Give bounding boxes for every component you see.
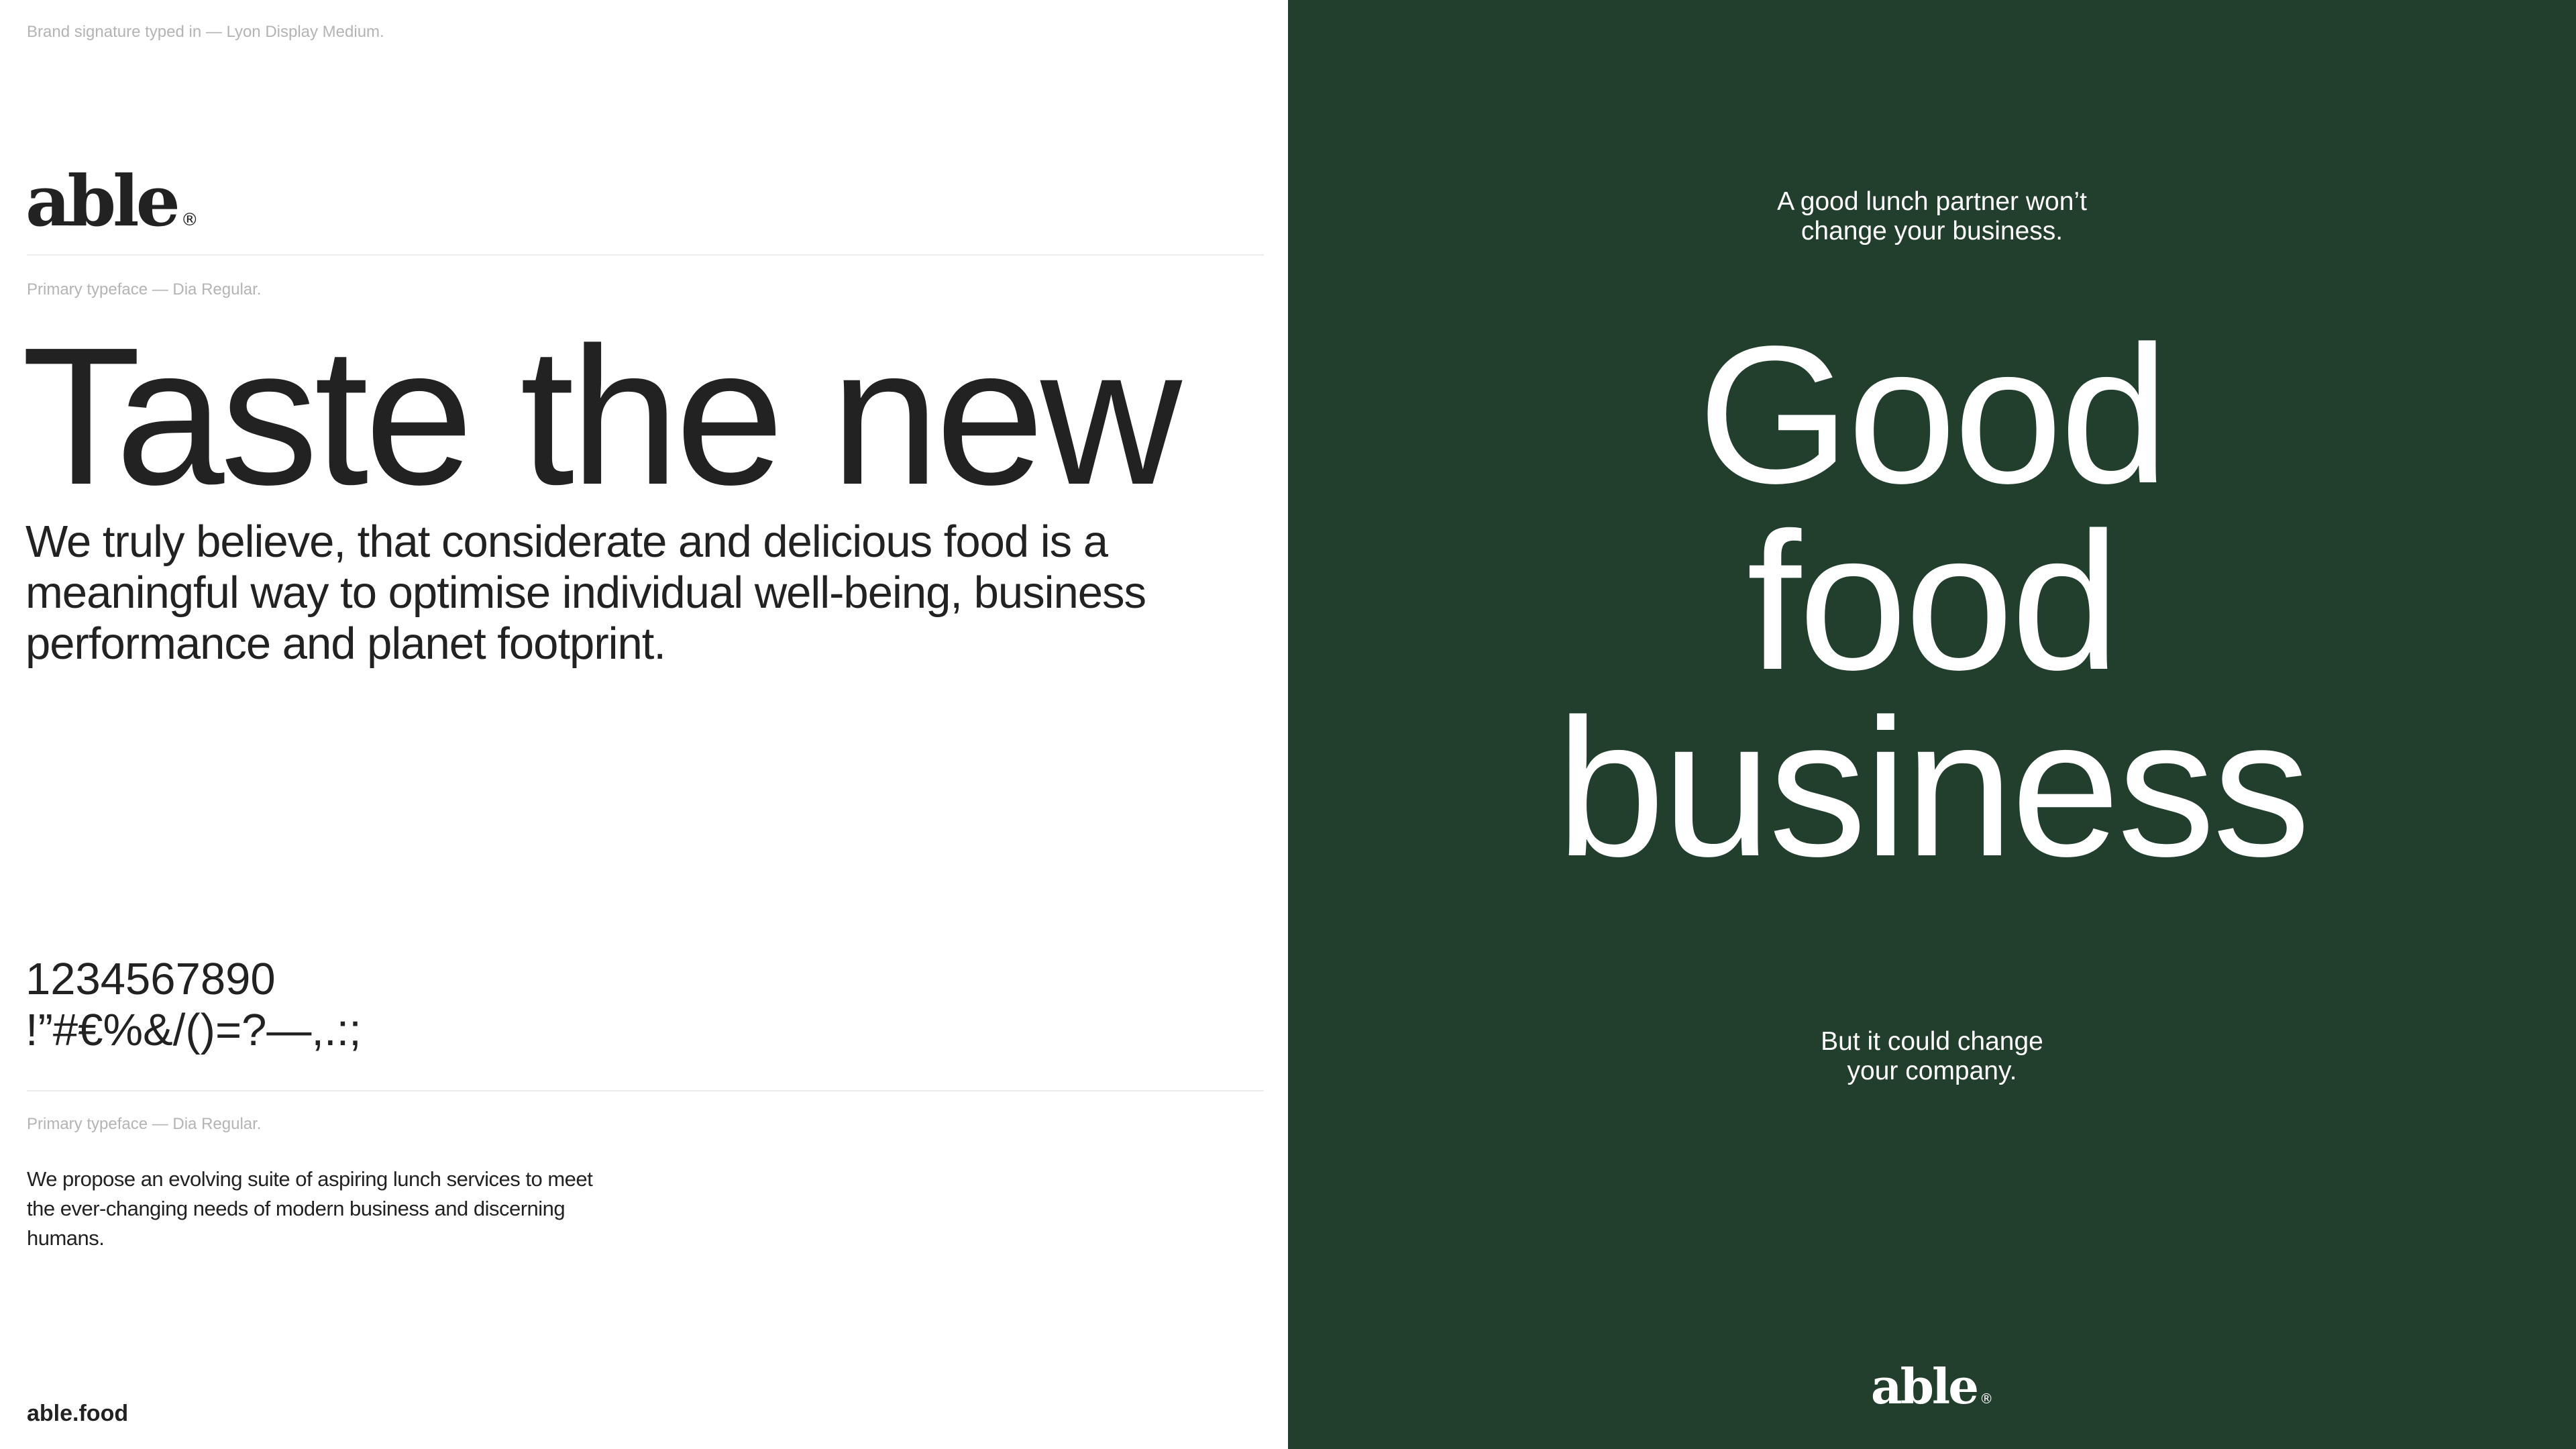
numerals-specimen: 1234567890 — [25, 954, 276, 1004]
brand-poster-panel: A good lunch partner won’t change your b… — [1288, 0, 2576, 1449]
hero-line-good: Good — [1697, 305, 2169, 524]
body-paragraph: We propose an evolving suite of aspiring… — [27, 1167, 593, 1250]
display-heading: Taste the new — [21, 307, 1182, 525]
registered-mark: ® — [1980, 1391, 1994, 1407]
brand-typography-page: Brand signature typed in — Lyon Display … — [0, 0, 2576, 1449]
website-url: able.food — [27, 1401, 129, 1426]
typography-specimen-panel: Brand signature typed in — Lyon Display … — [0, 0, 1288, 1449]
divider — [27, 1090, 1264, 1091]
logo-wordmark: able — [25, 160, 180, 242]
glyph-specimen: 1234567890 !”#€%&/()=?—,.:; — [25, 954, 362, 1056]
tagline-top-line: change your business. — [1801, 217, 2063, 246]
punctuation-specimen: !”#€%&/()=?—,.:; — [25, 1005, 362, 1055]
logo-wordmark: able — [1870, 1358, 1979, 1415]
tagline-top: A good lunch partner won’t change your b… — [1288, 187, 2576, 246]
hero-line-business: business — [1556, 678, 2310, 897]
signature-caption: Brand signature typed in — Lyon Display … — [27, 23, 384, 41]
divider — [27, 254, 1264, 256]
tagline-bottom-line: your company. — [1847, 1057, 2017, 1085]
tagline-top-line: A good lunch partner won’t — [1777, 187, 2087, 216]
primary-typeface-caption: Primary typeface — Dia Regular. — [27, 1115, 262, 1133]
primary-typeface-caption: Primary typeface — Dia Regular. — [27, 280, 262, 299]
brand-logo: able ® — [1288, 1356, 2576, 1429]
brand-logo: able ® — [25, 161, 199, 241]
hero-line-food: food — [1746, 492, 2120, 710]
lead-paragraph: We truly believe, that considerate and d… — [25, 517, 1146, 669]
tagline-bottom: But it could change your company. — [1288, 1027, 2576, 1086]
registered-mark: ® — [180, 210, 199, 230]
tagline-bottom-line: But it could change — [1821, 1027, 2043, 1056]
